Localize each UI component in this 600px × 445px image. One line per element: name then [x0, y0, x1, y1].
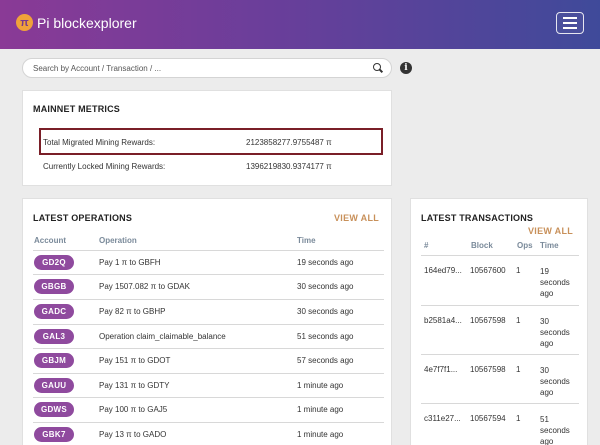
operation-text: Pay 82 π to GBHP — [99, 307, 166, 316]
tx-ops: 1 — [516, 266, 521, 275]
operation-text: Pay 13 π to GADO — [99, 430, 167, 439]
pi-logo-icon: π — [16, 14, 33, 31]
metric-label-migrated: Total Migrated Mining Rewards: — [43, 138, 156, 147]
operation-text: Pay 1507.082 π to GDAK — [99, 282, 190, 291]
operation-time: 51 seconds ago — [297, 332, 354, 341]
operation-time: 1 minute ago — [297, 405, 344, 414]
operation-time: 1 minute ago — [297, 381, 344, 390]
operations-view-all-link[interactable]: VIEW ALL — [334, 213, 379, 223]
operation-text: Pay 100 π to GAJ5 — [99, 405, 168, 414]
table-row[interactable]: GADC Pay 82 π to GBHP 30 seconds ago — [33, 299, 384, 323]
hamburger-icon-line — [563, 27, 577, 29]
hamburger-menu-button[interactable] — [556, 12, 584, 34]
table-row[interactable]: GBK7 Pay 13 π to GADO 1 minute ago — [33, 422, 384, 445]
table-row[interactable]: c311e27... 10567594 1 51 seconds ago — [421, 403, 579, 445]
transactions-title: LATEST TRANSACTIONS — [421, 213, 534, 223]
account-badge[interactable]: GAL3 — [34, 329, 74, 344]
account-badge[interactable]: GBJM — [34, 353, 74, 368]
top-navbar: π Pi blockexplorer — [0, 0, 600, 49]
col-header-tx-time: Time — [540, 241, 559, 250]
operation-text: Pay 151 π to GDOT — [99, 356, 171, 365]
col-header-account: Account — [34, 236, 66, 245]
brand-link[interactable]: π Pi blockexplorer — [16, 14, 137, 31]
account-badge[interactable]: GBGB — [34, 279, 74, 294]
tx-hash-link[interactable]: b2581a4... — [424, 316, 462, 325]
hamburger-icon — [563, 17, 577, 19]
operation-text: Pay 1 π to GBFH — [99, 258, 161, 267]
mainnet-metrics-card: MAINNET METRICS Total Migrated Mining Re… — [22, 90, 392, 186]
table-row[interactable]: b2581a4... 10567598 1 30 seconds ago — [421, 305, 579, 354]
metrics-title: MAINNET METRICS — [33, 104, 120, 114]
table-row[interactable]: GD2Q Pay 1 π to GBFH 19 seconds ago — [33, 250, 384, 274]
operation-time: 57 seconds ago — [297, 356, 354, 365]
tx-time: 30 seconds ago — [540, 366, 570, 397]
table-row[interactable]: GAL3 Operation claim_claimable_balance 5… — [33, 324, 384, 348]
account-badge[interactable]: GBK7 — [34, 427, 74, 442]
account-badge[interactable]: GD2Q — [34, 255, 74, 270]
tx-ops: 1 — [516, 414, 521, 423]
search-bar — [22, 58, 392, 78]
tx-hash-link[interactable]: c311e27... — [424, 414, 461, 423]
operation-time: 19 seconds ago — [297, 258, 354, 267]
account-badge[interactable]: GDWS — [34, 402, 74, 417]
search-input[interactable] — [33, 63, 373, 73]
table-row[interactable]: GAUU Pay 131 π to GDTY 1 minute ago — [33, 373, 384, 397]
hamburger-icon-line — [563, 22, 577, 24]
tx-hash-link[interactable]: 164ed79... — [424, 266, 462, 275]
account-badge[interactable]: GADC — [34, 304, 74, 319]
operation-time: 30 seconds ago — [297, 282, 354, 291]
tx-block-link[interactable]: 10567600 — [470, 266, 506, 275]
col-header-ops: Ops — [517, 241, 533, 250]
table-row[interactable]: 4e7f7f1... 10567598 1 30 seconds ago — [421, 354, 579, 403]
tx-ops: 1 — [516, 316, 521, 325]
col-header-hash: # — [424, 241, 429, 250]
table-row[interactable]: GDWS Pay 100 π to GAJ5 1 minute ago — [33, 397, 384, 421]
latest-operations-card: LATEST OPERATIONS VIEW ALL Account Opera… — [22, 198, 392, 445]
col-header-block: Block — [471, 241, 493, 250]
search-icon[interactable] — [373, 63, 383, 73]
col-header-time: Time — [297, 236, 316, 245]
tx-time: 30 seconds ago — [540, 317, 570, 348]
tx-hash-link[interactable]: 4e7f7f1... — [424, 365, 457, 374]
metric-value-migrated: 2123858277.9755487 π — [246, 138, 332, 147]
tx-time: 51 seconds ago — [540, 415, 570, 445]
metric-label-locked: Currently Locked Mining Rewards: — [43, 162, 166, 171]
tx-block-link[interactable]: 10567598 — [470, 316, 506, 325]
col-header-operation: Operation — [99, 236, 137, 245]
tx-block-link[interactable]: 10567594 — [470, 414, 506, 423]
operations-title: LATEST OPERATIONS — [33, 213, 133, 223]
brand-name: Pi blockexplorer — [37, 14, 137, 31]
transactions-view-all-link[interactable]: VIEW ALL — [528, 226, 573, 236]
account-badge[interactable]: GAUU — [34, 378, 74, 393]
tx-time: 19 seconds ago — [540, 267, 570, 298]
table-row[interactable]: GBJM Pay 151 π to GDOT 57 seconds ago — [33, 348, 384, 372]
table-row[interactable]: GBGB Pay 1507.082 π to GDAK 30 seconds a… — [33, 274, 384, 298]
operation-time: 30 seconds ago — [297, 307, 354, 316]
latest-transactions-card: LATEST TRANSACTIONS VIEW ALL # Block Ops… — [410, 198, 588, 445]
operation-text: Operation claim_claimable_balance — [99, 332, 226, 341]
tx-block-link[interactable]: 10567598 — [470, 365, 506, 374]
tx-ops: 1 — [516, 365, 521, 374]
info-icon[interactable]: i — [400, 62, 412, 74]
table-row[interactable]: 164ed79... 10567600 1 19 seconds ago — [421, 255, 579, 305]
operation-time: 1 minute ago — [297, 430, 344, 439]
operation-text: Pay 131 π to GDTY — [99, 381, 170, 390]
metric-value-locked: 1396219830.9374177 π — [246, 162, 332, 171]
